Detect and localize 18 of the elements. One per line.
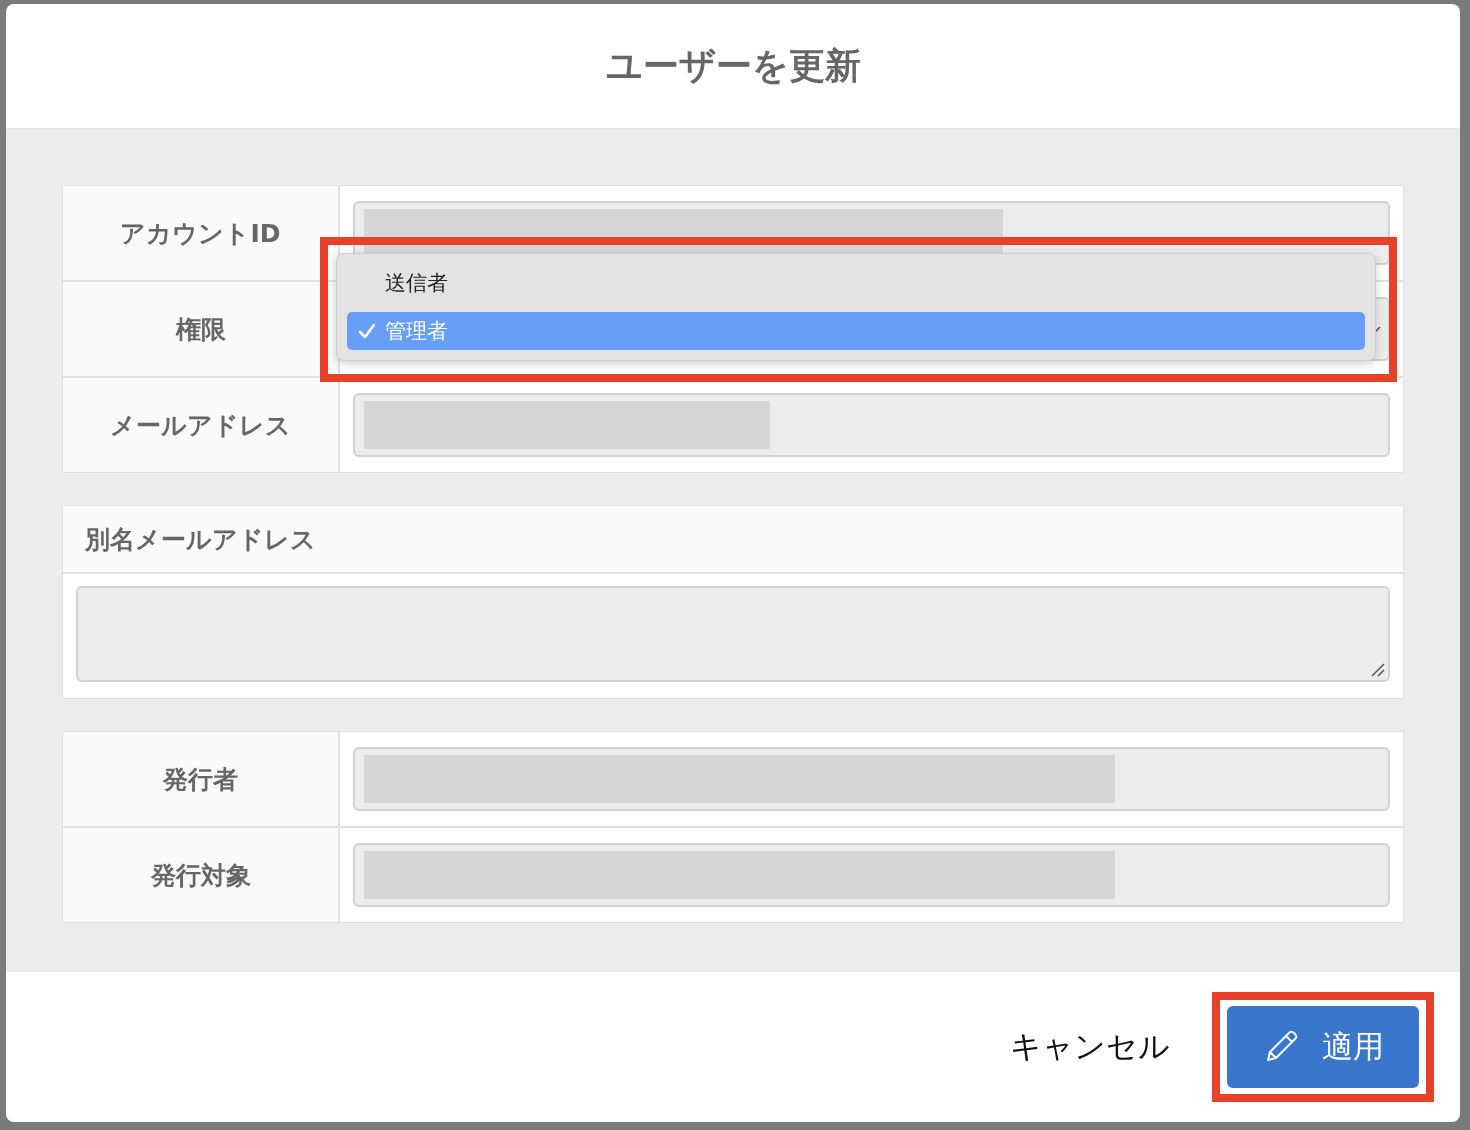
field-label: 発行対象 [63, 828, 338, 922]
field-label: メールアドレス [63, 378, 338, 472]
field-label: アカウントID [63, 186, 338, 280]
input-field[interactable] [353, 393, 1390, 457]
input-field[interactable] [353, 747, 1390, 811]
cancel-button[interactable]: キャンセル [1010, 1026, 1170, 1068]
input-field[interactable] [353, 843, 1390, 907]
option-label: 送信者 [385, 270, 448, 297]
textarea-field[interactable] [76, 586, 1390, 682]
check-icon [357, 321, 377, 341]
dropdown-option[interactable]: 送信者 [347, 264, 1365, 302]
field-label: 別名メールアドレス [63, 506, 1403, 572]
dialog-title: ユーザーを更新 [605, 43, 861, 88]
field-label: 発行者 [63, 732, 338, 826]
option-label: 管理者 [385, 318, 448, 345]
resize-grip-icon [1370, 662, 1386, 678]
field-label: 権限 [63, 282, 338, 376]
apply-button[interactable]: 適用 [1227, 1006, 1419, 1088]
